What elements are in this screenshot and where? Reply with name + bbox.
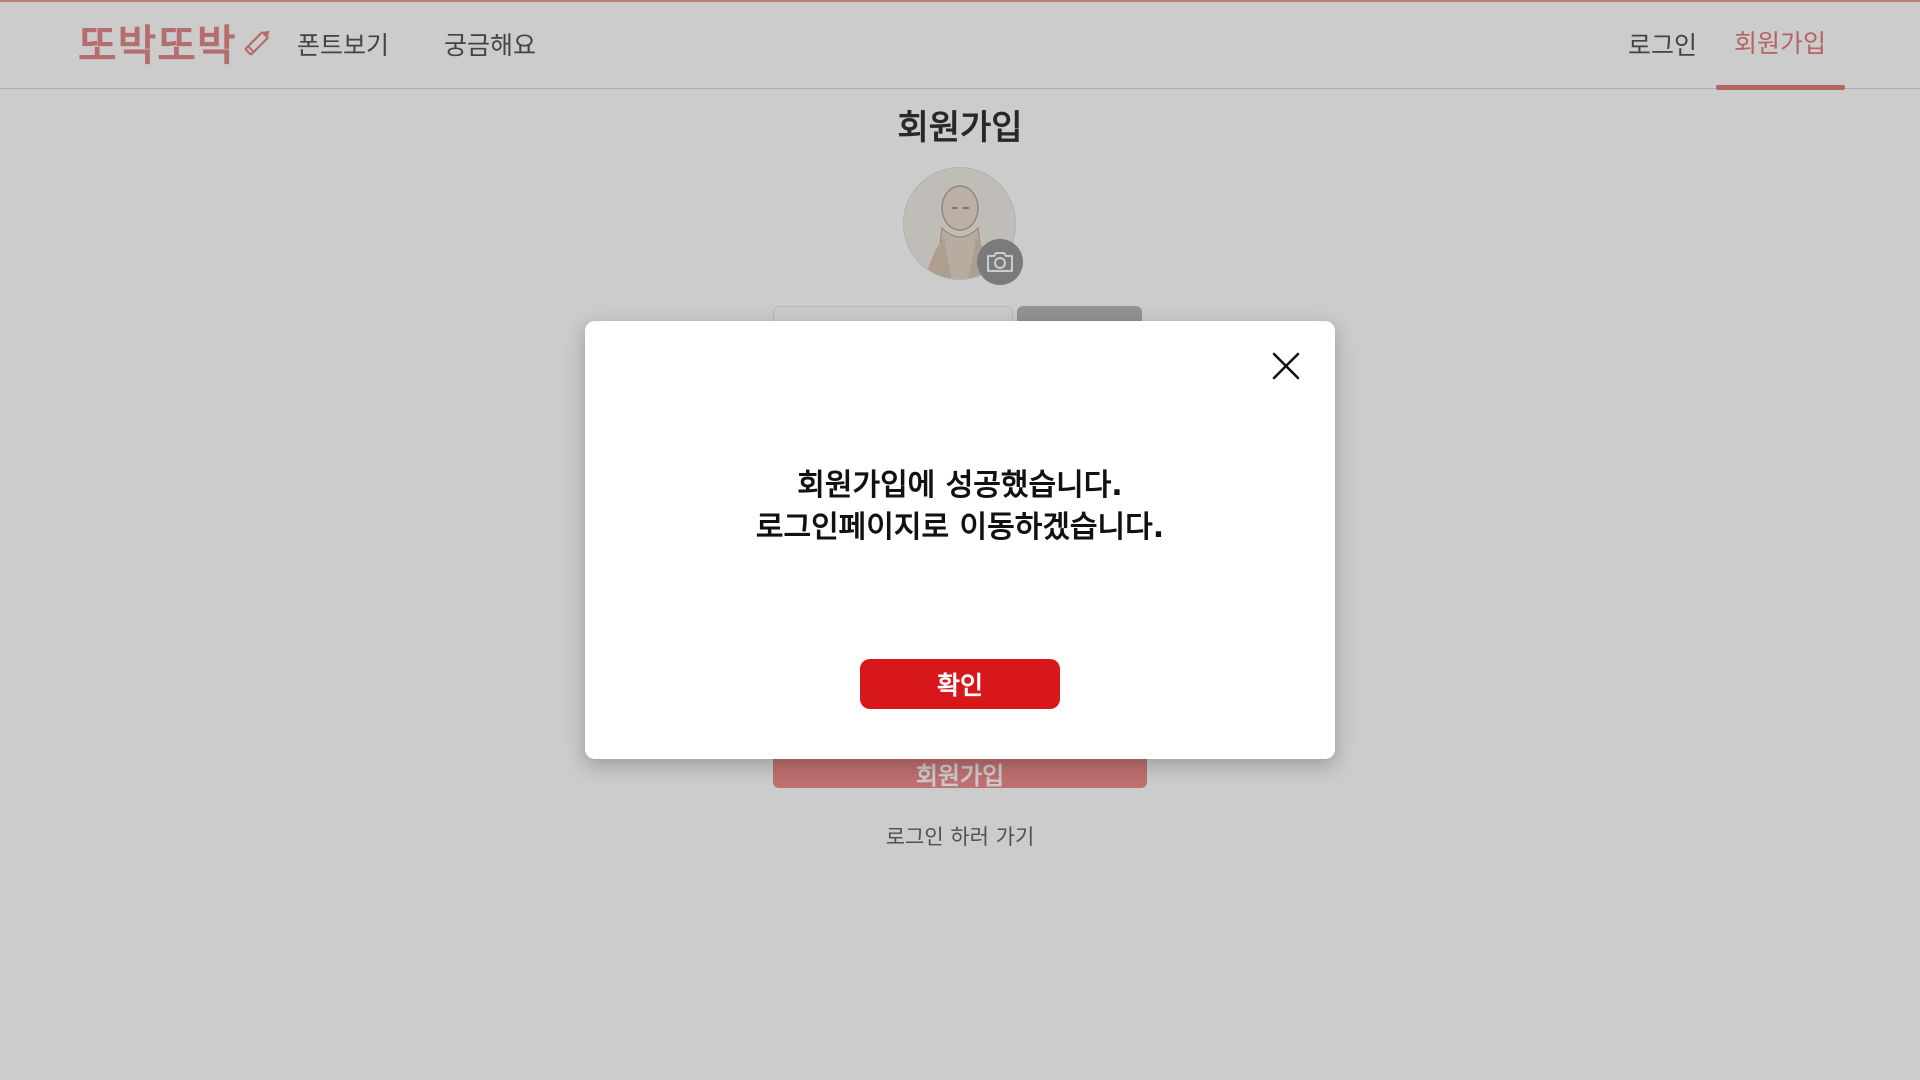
confirm-button[interactable]: 확인: [860, 659, 1060, 709]
modal-message-line1: 회원가입에 성공했습니다.: [797, 468, 1123, 503]
modal-message-line2: 로그인페이지로 이동하겠습니다.: [755, 510, 1165, 545]
top-border-strip: [0, 0, 1920, 2]
close-icon[interactable]: [1268, 348, 1304, 384]
modal-message: 회원가입에 성공했습니다. 로그인페이지로 이동하겠습니다.: [585, 465, 1335, 549]
signup-success-modal: 회원가입에 성공했습니다. 로그인페이지로 이동하겠습니다. 확인: [585, 321, 1335, 759]
